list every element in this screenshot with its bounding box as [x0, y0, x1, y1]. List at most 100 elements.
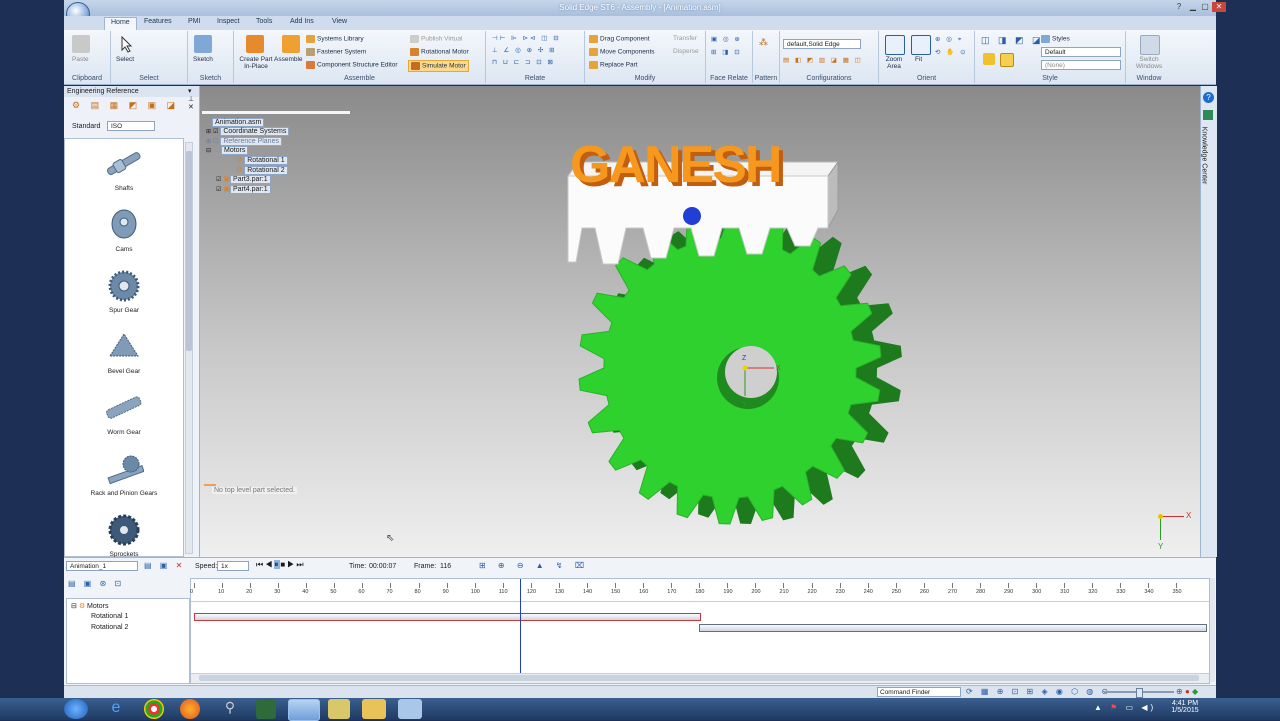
create-part-in-place-button[interactable]: Create Part In-Place [236, 56, 276, 70]
panel-pin-icon[interactable]: ▾ ⊥ ✕ [188, 87, 199, 111]
notes-icon[interactable] [328, 699, 350, 719]
solid-edge-taskbar-icon[interactable] [288, 699, 320, 721]
shaded-edges-icon[interactable] [1000, 53, 1014, 67]
face-relate-icons[interactable]: ▣ ◎ ⊕ [711, 35, 742, 43]
app-icon-blue[interactable] [398, 699, 422, 719]
play-back-button[interactable]: ◀ [265, 560, 274, 569]
list-item-rack-pinion[interactable]: Rack and Pinion Gears [65, 450, 183, 497]
tree-item-part3[interactable]: ☑ ▣ Part3.par:1 [216, 175, 271, 184]
relate-icons-row2[interactable]: ⊥ ∠ ◎ ⊕ ✣ ⊞ [492, 46, 557, 54]
list-item-cams[interactable]: Cams [65, 206, 183, 253]
list-item-sprockets[interactable]: Sprockets [65, 511, 183, 558]
tree-item-coordinate-systems[interactable]: ⊞ ☑ Coordinate Systems [206, 127, 290, 136]
status-view-icons[interactable]: ⟳ ▦ ⊕ ⊡ ⊞ ◈ ◉ ⬡ ◍ ⊖ [966, 687, 1111, 696]
tab-inspect[interactable]: Inspect [217, 18, 240, 25]
tab-add-ins[interactable]: Add Ins [290, 18, 314, 25]
shaded-icon[interactable] [983, 53, 995, 65]
select-button[interactable]: Select [116, 56, 134, 63]
help-icon[interactable]: ? [1174, 2, 1184, 12]
relate-icons-row1[interactable]: ⊣⊢ ⊫ ⊳⊲ ◫ ⊟ [492, 34, 561, 42]
tree-item-rotational-1[interactable]: ⚙ Rotational 1 [236, 156, 288, 165]
zoom-area-button[interactable]: Zoom Area [883, 56, 905, 70]
first-frame-button[interactable]: ⏮ [256, 560, 265, 569]
motor-segment[interactable] [699, 624, 1207, 632]
timeline-hscrollbar[interactable] [191, 673, 1209, 683]
transfer-button[interactable]: Transfer [673, 35, 697, 42]
start-button[interactable] [64, 699, 88, 719]
internet-explorer-icon[interactable]: e [102, 699, 130, 719]
animation-select[interactable]: Animation_1 [66, 561, 138, 571]
app-icon-green[interactable] [256, 699, 276, 719]
file-explorer-icon[interactable] [362, 699, 386, 719]
orient-icons-2[interactable]: ⟲ ✋ ⊙ [935, 48, 968, 56]
search-app-icon[interactable]: ⚲ [216, 699, 244, 719]
styles-button[interactable]: Styles [1041, 35, 1070, 43]
view-style-icons[interactable]: ◫ ◨ ◩ ◪ [981, 35, 1044, 46]
move-components-button[interactable]: Move Components [589, 48, 655, 56]
tree-item-rotational-2[interactable]: ⚙ Rotational 2 [236, 166, 288, 175]
track-rotational-2[interactable]: Rotational 2 [91, 624, 128, 631]
timeline-hscrollbar-thumb[interactable] [199, 675, 1199, 681]
model-3d-view[interactable]: GANESH GANESH X Y Z [350, 106, 950, 526]
track-motors[interactable]: ⊟ ⚙ Motors [71, 602, 108, 610]
publish-virtual-button[interactable]: Publish Virtual [410, 35, 462, 43]
fit-button[interactable]: Fit [915, 56, 922, 63]
list-scrollbar-thumb[interactable] [186, 151, 192, 351]
drag-component-button[interactable]: Drag Component [589, 35, 650, 43]
paste-button[interactable]: Paste [72, 56, 89, 63]
rotational-motor-button[interactable]: Rotational Motor [410, 48, 469, 56]
system-tray-icons[interactable]: ▲ ⚑ ▭ ◀) [1094, 703, 1156, 712]
list-item-bevel-gear[interactable]: Bevel Gear [65, 328, 183, 375]
animation-file-icons[interactable]: ▤ ▣ ✕ [144, 561, 185, 570]
play-button[interactable]: ▶ [287, 560, 296, 569]
tree-item-part4[interactable]: ☑ ▣ Part4.par:1 [216, 185, 271, 194]
style-none-select[interactable]: (None) [1041, 60, 1121, 70]
maximize-button[interactable]: ▢ [1200, 2, 1210, 12]
tab-pmi[interactable]: PMI [188, 18, 200, 25]
list-item-spur-gear[interactable]: Spur Gear [65, 267, 183, 314]
tab-features[interactable]: Features [144, 18, 172, 25]
configuration-icons[interactable]: ▤ ◧ ◩ ▥ ◪ ▦ ◫ [783, 56, 863, 64]
tree-item-motors[interactable]: ⊟ Motors [206, 146, 249, 155]
list-item-shafts[interactable]: Shafts [65, 145, 183, 192]
tab-view[interactable]: View [332, 18, 347, 25]
chrome-icon[interactable] [144, 699, 164, 719]
knowledge-center-icon[interactable] [1203, 110, 1213, 120]
zoom-slider[interactable] [1104, 688, 1174, 698]
list-scrollbar[interactable] [185, 142, 193, 554]
track-toolbar-icons[interactable]: ▤ ▣ ⊛ ⊡ [68, 579, 124, 588]
pattern-icon[interactable]: ⁂ [759, 37, 768, 48]
fastener-system-button[interactable]: Fastener System [306, 48, 366, 56]
simulate-motor-button[interactable]: Simulate Motor [408, 60, 469, 72]
tree-item-reference-planes[interactable]: ⊞ ☐ Reference Planes [206, 137, 282, 146]
style-select[interactable]: Default [1041, 47, 1121, 57]
last-frame-button[interactable]: ⏭ [296, 560, 305, 569]
ganesh-text-part[interactable]: GANESH GANESH [570, 136, 786, 198]
zoom-in-icon[interactable]: ⊕ ● ◆ [1176, 687, 1198, 696]
face-relate-icons-2[interactable]: ⊞ ◨ ⊡ [711, 48, 742, 56]
standard-select[interactable]: ISO [107, 121, 155, 131]
systems-library-button[interactable]: Systems Library [306, 35, 364, 43]
relate-icons-row3[interactable]: ⊓ ⊔ ⊏ ⊐ ⊡ ⊠ [492, 58, 555, 66]
knowledge-center-tab[interactable]: Knowledge Center [1200, 127, 1207, 185]
command-finder-input[interactable]: Command Finder [877, 687, 961, 697]
firefox-icon[interactable] [180, 699, 200, 719]
sketch-button[interactable]: Sketch [193, 56, 213, 63]
tab-tools[interactable]: Tools [256, 18, 272, 25]
graphics-viewport[interactable]: Animation.asm ⊞ ☑ Coordinate Systems ⊞ ☐… [200, 86, 1200, 557]
playhead[interactable] [519, 579, 521, 673]
close-button[interactable]: ✕ [1212, 2, 1226, 12]
tab-home[interactable]: Home [104, 17, 137, 31]
component-structure-editor-button[interactable]: Component Structure Editor [306, 61, 398, 69]
orient-icons[interactable]: ⊕ ◎ ⌖ [935, 35, 963, 44]
speed-select[interactable]: 1x [217, 561, 249, 571]
zoom-slider-thumb[interactable] [1136, 688, 1143, 698]
assemble-button[interactable]: Assemble [274, 56, 303, 63]
tree-root[interactable]: Animation.asm [212, 118, 265, 127]
timeline-canvas[interactable]: 0 10 20 30 40 50 60 70 80 90 100 110 120 130 140 150 160… [190, 578, 1210, 684]
track-rotational-1[interactable]: Rotational 1 [91, 613, 128, 620]
panel-toolbar-icons[interactable]: ⚙ ▤ ▦ ◩ ▣ ◪ [72, 100, 179, 111]
list-item-worm-gear[interactable]: Worm Gear [65, 389, 183, 436]
timeline-vscrollbar[interactable] [1210, 578, 1215, 682]
motor-segment[interactable] [194, 613, 702, 621]
